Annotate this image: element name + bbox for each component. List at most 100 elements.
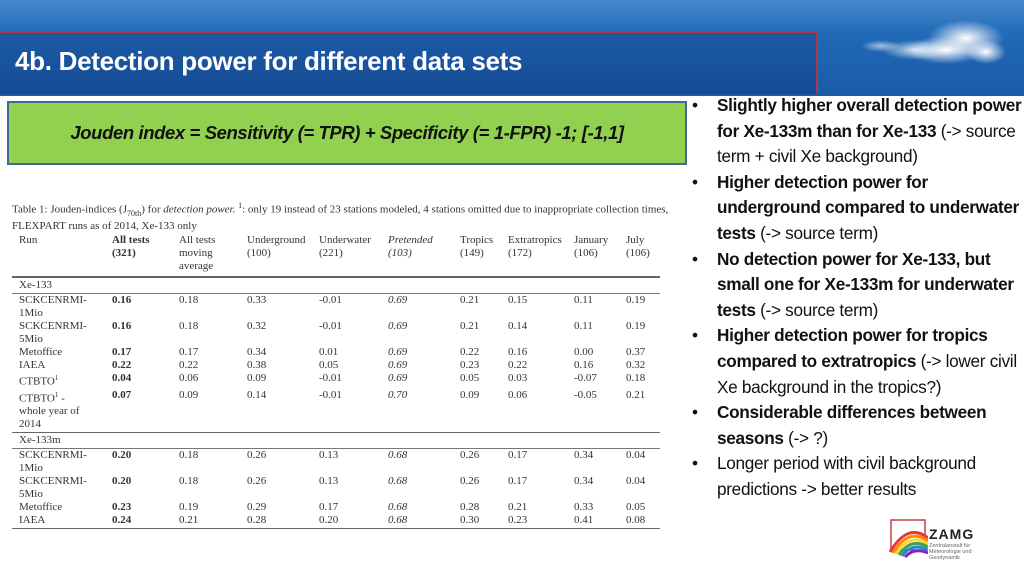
value-cell: 0.14 — [508, 320, 528, 332]
value-cell: 0.05 — [626, 501, 646, 514]
run-name: 2014 — [19, 418, 41, 431]
column-header-text: average — [179, 260, 214, 272]
column-header-text: (172) — [508, 247, 532, 259]
value-cell: 0.13 — [319, 449, 339, 462]
column-header-text: (321) — [112, 247, 136, 259]
column-header-text: All tests — [179, 234, 216, 246]
column-header: All tests (321) — [105, 234, 172, 278]
run-name: Metoffice — [19, 346, 63, 358]
value-cell: 0.14 — [240, 388, 312, 434]
run-name: SCKCENRMI- — [19, 320, 87, 332]
section-label: Xe-133 — [12, 277, 660, 294]
bullet-icon: • — [692, 453, 698, 474]
value-cell: -0.05 — [567, 388, 619, 434]
value-cell: 0.26 — [460, 475, 480, 488]
table-header-row: Run All tests (321) All tests moving average U… — [12, 234, 660, 278]
run-name: SCKCENRMI- — [19, 449, 87, 462]
value-cell: 0.16 — [508, 346, 528, 358]
run-name: - — [58, 392, 65, 405]
run-name-cell: CTBTO1 — [12, 372, 105, 389]
table-row: IAEA 0.22 0.22 0.38 0.05 0.69 0.23 0.22 0.16 0.32 — [12, 359, 660, 372]
finding-item: • Higher detection power for tropics comp… — [690, 323, 1024, 400]
value-cell: 0.34 — [574, 475, 594, 488]
value-cell: 0.05 — [460, 372, 480, 384]
value-cell: 0.21 — [619, 388, 660, 434]
value-cell: -0.01 — [319, 294, 342, 306]
value-cell: 0.16 — [112, 320, 132, 332]
value-cell: 0.26 — [247, 449, 267, 462]
column-header: Pretended (103) — [381, 234, 453, 278]
formula-text: Jouden index = Sensitivity (= TPR) + Spe… — [70, 122, 624, 143]
value-cell: 0.21 — [460, 294, 480, 306]
column-header-text: (106) — [626, 247, 650, 259]
column-header-text: Tropics — [460, 234, 494, 246]
value-cell: 0.34 — [574, 449, 594, 462]
table-row: Metoffice 0.17 0.17 0.34 0.01 0.69 0.22 0.16 0.0… — [12, 346, 660, 359]
caption-subscript: 70th — [127, 208, 142, 218]
finding-item: • Longer period with civil background pre… — [690, 451, 1024, 502]
value-cell: 0.32 — [247, 320, 267, 332]
value-cell: 0.69 — [388, 346, 408, 358]
value-cell: 0.00 — [574, 346, 594, 358]
value-cell: -0.01 — [319, 372, 342, 384]
column-header-text: Pretended — [388, 234, 433, 246]
slide-title: 4b. Detection power for different data s… — [15, 46, 523, 76]
value-cell: 0.21 — [172, 514, 240, 530]
column-header-text: July — [626, 234, 645, 246]
findings-list: • Slightly higher overall detection power… — [690, 93, 1024, 503]
finding-text: Longer period with civil background pred… — [717, 453, 976, 499]
finding-item: • Slightly higher overall detection power… — [690, 93, 1024, 170]
value-cell: 0.09 — [453, 388, 501, 434]
value-cell: 0.34 — [247, 346, 267, 358]
value-cell: 0.17 — [179, 346, 199, 358]
value-cell: 0.69 — [388, 320, 408, 332]
column-header-text: Underground — [247, 234, 306, 246]
column-header-text: Extratropics — [508, 234, 562, 246]
section-row: Xe-133m — [12, 432, 660, 450]
value-cell: 0.09 — [172, 388, 240, 434]
run-name-cell: SCKCENRMI- 5Mio — [12, 475, 105, 501]
value-cell: 0.28 — [240, 514, 312, 530]
run-name: SCKCENRMI- — [19, 294, 87, 306]
table-row: CTBTO1 - whole year of 2014 0.07 0.09 0.14 -0.… — [12, 388, 660, 434]
table-row: SCKCENRMI- 5Mio 0.20 0.18 0.26 0.13 0.68 0.26 0.… — [12, 475, 660, 501]
column-header-text: January — [574, 234, 609, 246]
zamg-logo: ZAMG Zentralanstalt für Meteorologie und… — [888, 516, 1024, 576]
table-row: SCKCENRMI- 1Mio 0.16 0.18 0.33 -0.01 0.69 0.21 0… — [12, 294, 660, 321]
value-cell: 0.28 — [460, 501, 480, 514]
column-header-text: (149) — [460, 247, 484, 259]
value-cell: 0.24 — [105, 514, 172, 530]
run-name-cell: IAEA — [12, 514, 105, 530]
value-cell: 0.23 — [112, 501, 132, 514]
value-cell: 0.18 — [179, 475, 199, 488]
caption-italic: detection power. — [163, 203, 236, 216]
value-cell: 0.18 — [179, 449, 199, 462]
run-name-cell: IAEA — [12, 359, 105, 372]
value-cell: 0.19 — [179, 501, 199, 514]
value-cell: 0.22 — [179, 359, 199, 371]
value-cell: 0.20 — [112, 449, 132, 462]
run-name: IAEA — [19, 514, 46, 527]
table-row: Metoffice 0.23 0.19 0.29 0.17 0.68 0.28 0.21 0.3… — [12, 501, 660, 514]
value-cell: 0.18 — [179, 294, 199, 306]
column-header-text: Run — [19, 234, 38, 246]
value-cell: 0.22 — [112, 359, 132, 371]
finding-item: • Higher detection power for underground … — [690, 170, 1024, 247]
bullet-icon: • — [692, 171, 698, 192]
run-name: 5Mio — [19, 333, 43, 345]
value-cell: 0.16 — [112, 294, 132, 306]
column-header-text: moving — [179, 247, 213, 259]
value-cell: 0.68 — [388, 475, 408, 488]
finding-text: (-> source term) — [755, 222, 879, 243]
value-cell: 0.68 — [388, 501, 408, 514]
logo-name: ZAMG — [929, 526, 975, 542]
value-cell: 0.26 — [247, 475, 267, 488]
value-cell: 0.37 — [626, 346, 646, 358]
value-cell: 0.19 — [626, 294, 646, 306]
value-cell: 0.20 — [112, 475, 132, 488]
column-header: Underwater (221) — [312, 234, 381, 278]
value-cell: 0.05 — [319, 359, 339, 371]
column-header: Underground (100) — [240, 234, 312, 278]
rainbow-logo-icon — [888, 519, 928, 558]
column-header: July (106) — [619, 234, 660, 278]
